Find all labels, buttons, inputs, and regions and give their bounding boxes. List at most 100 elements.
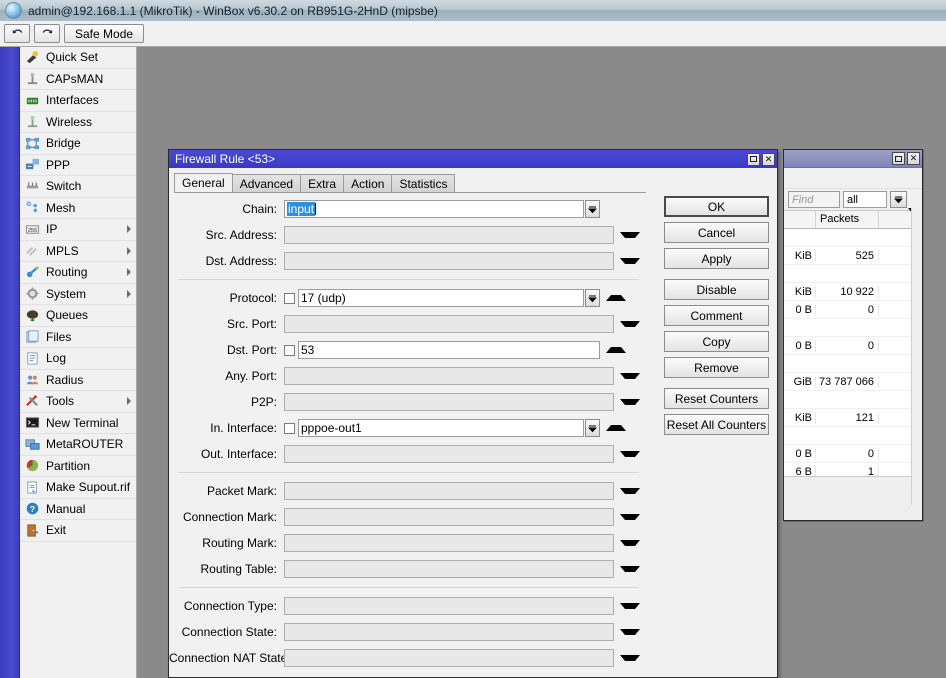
table-row[interactable] [784,229,922,247]
redo-button[interactable] [34,24,60,43]
column-header-bytes[interactable] [784,211,816,228]
packet-mark-input[interactable] [284,482,614,500]
p2p-input[interactable] [284,393,614,411]
table-row[interactable]: KiB121 [784,409,922,427]
table-row[interactable] [784,427,922,445]
dst-address-input[interactable] [284,252,614,270]
table-row[interactable]: 0 B0 [784,445,922,463]
safe-mode-button[interactable]: Safe Mode [64,24,144,43]
sidebar-item-capsman[interactable]: CAPsMAN [20,69,136,91]
sidebar-item-wireless[interactable]: Wireless [20,112,136,134]
column-header-extra[interactable] [879,211,907,228]
sidebar-item-interfaces[interactable]: Interfaces [20,90,136,112]
connection-type-expand-arrow-icon[interactable] [620,603,640,609]
tab-action[interactable]: Action [343,174,392,193]
routing-mark-expand-arrow-icon[interactable] [620,540,640,546]
connection-mark-input[interactable] [284,508,614,526]
routing-table-expand-arrow-icon[interactable] [620,566,640,572]
filter-select[interactable]: all [843,191,887,208]
sidebar-item-ppp[interactable]: PPP [20,155,136,177]
src-port-input[interactable] [284,315,614,333]
filter-dropdown-button[interactable] [890,191,907,208]
copy-button[interactable]: Copy [664,331,769,352]
sidebar-item-make-supout-rif[interactable]: Make Supout.rif [20,477,136,499]
sidebar-item-radius[interactable]: Radius [20,370,136,392]
comment-button[interactable]: Comment [664,305,769,326]
dst-port-input[interactable]: 53 [298,341,600,359]
find-input[interactable]: Find [788,191,840,208]
in-interface-input[interactable]: pppoe-out1 [298,419,584,437]
tab-statistics[interactable]: Statistics [391,174,455,193]
sidebar-item-ip[interactable]: 255IP [20,219,136,241]
routing-table-input[interactable] [284,560,614,578]
reset-counters-button[interactable]: Reset Counters [664,388,769,409]
src-address-input[interactable] [284,226,614,244]
connection-type-input[interactable] [284,597,614,615]
tab-general[interactable]: General [174,173,233,193]
table-row[interactable] [784,391,922,409]
out-interface-input[interactable] [284,445,614,463]
tab-advanced[interactable]: Advanced [232,174,301,193]
sidebar-item-partition[interactable]: Partition [20,456,136,478]
sidebar-item-queues[interactable]: Queues [20,305,136,327]
table-row[interactable] [784,355,922,373]
p2p-expand-arrow-icon[interactable] [620,399,640,405]
table-row[interactable]: 0 B0 [784,301,922,319]
packet-mark-expand-arrow-icon[interactable] [620,488,640,494]
cancel-button[interactable]: Cancel [664,222,769,243]
table-row[interactable]: GiB73 787 066 [784,373,922,391]
remove-button[interactable]: Remove [664,357,769,378]
sidebar-item-new-terminal[interactable]: New Terminal [20,413,136,435]
protocol-input[interactable]: 17 (udp) [298,289,584,307]
table-row[interactable]: 0 B0 [784,337,922,355]
protocol-checkbox[interactable] [284,293,295,304]
sidebar-item-manual[interactable]: ?Manual [20,499,136,521]
any-port-input[interactable] [284,367,614,385]
sidebar-item-system[interactable]: System [20,284,136,306]
close-button[interactable]: ✕ [907,152,920,165]
sidebar-item-log[interactable]: Log [20,348,136,370]
ok-button[interactable]: OK [664,196,769,217]
sidebar-item-metarouter[interactable]: MetaROUTER [20,434,136,456]
reset-all-counters-button[interactable]: Reset All Counters [664,414,769,435]
sidebar-item-bridge[interactable]: Bridge [20,133,136,155]
connection-mark-expand-arrow-icon[interactable] [620,514,640,520]
src-port-expand-arrow-icon[interactable] [620,321,640,327]
in-interface-checkbox[interactable] [284,423,295,434]
apply-button[interactable]: Apply [664,248,769,269]
sidebar-item-exit[interactable]: Exit [20,520,136,542]
routing-mark-input[interactable] [284,534,614,552]
src-address-expand-arrow-icon[interactable] [620,232,640,238]
sidebar-item-tools[interactable]: Tools [20,391,136,413]
sidebar-item-switch[interactable]: Switch [20,176,136,198]
table-row[interactable]: KiB10 922 [784,283,922,301]
column-header-packets[interactable]: Packets [816,211,879,228]
table-row[interactable]: KiB525 [784,247,922,265]
dialog-maximize-button[interactable] [747,153,760,166]
tab-extra[interactable]: Extra [300,174,344,193]
connection-nat-state-input[interactable] [284,649,614,667]
sidebar-item-mpls[interactable]: MPLS [20,241,136,263]
disable-button[interactable]: Disable [664,279,769,300]
chain-input[interactable]: input [284,200,584,218]
connection-nat-state-expand-arrow-icon[interactable] [620,655,640,661]
protocol-dropdown-button[interactable] [585,289,600,307]
dst-port-collapse-arrow-icon[interactable] [606,347,626,353]
out-interface-expand-arrow-icon[interactable] [620,451,640,457]
connection-state-expand-arrow-icon[interactable] [620,629,640,635]
undo-button[interactable] [4,24,30,43]
dst-address-expand-arrow-icon[interactable] [620,258,640,264]
table-row[interactable] [784,319,922,337]
in-interface-collapse-arrow-icon[interactable] [606,425,626,431]
protocol-collapse-arrow-icon[interactable] [606,295,626,301]
any-port-expand-arrow-icon[interactable] [620,373,640,379]
connection-state-input[interactable] [284,623,614,641]
sidebar-item-files[interactable]: Files [20,327,136,349]
dialog-close-button[interactable]: ✕ [762,153,775,166]
sidebar-item-quick-set[interactable]: Quick Set [20,47,136,69]
dst-port-checkbox[interactable] [284,345,295,356]
sidebar-item-mesh[interactable]: Mesh [20,198,136,220]
sidebar-item-routing[interactable]: Routing [20,262,136,284]
firewall-list-scrollbar[interactable] [911,208,922,505]
chain-dropdown-button[interactable] [585,200,600,218]
